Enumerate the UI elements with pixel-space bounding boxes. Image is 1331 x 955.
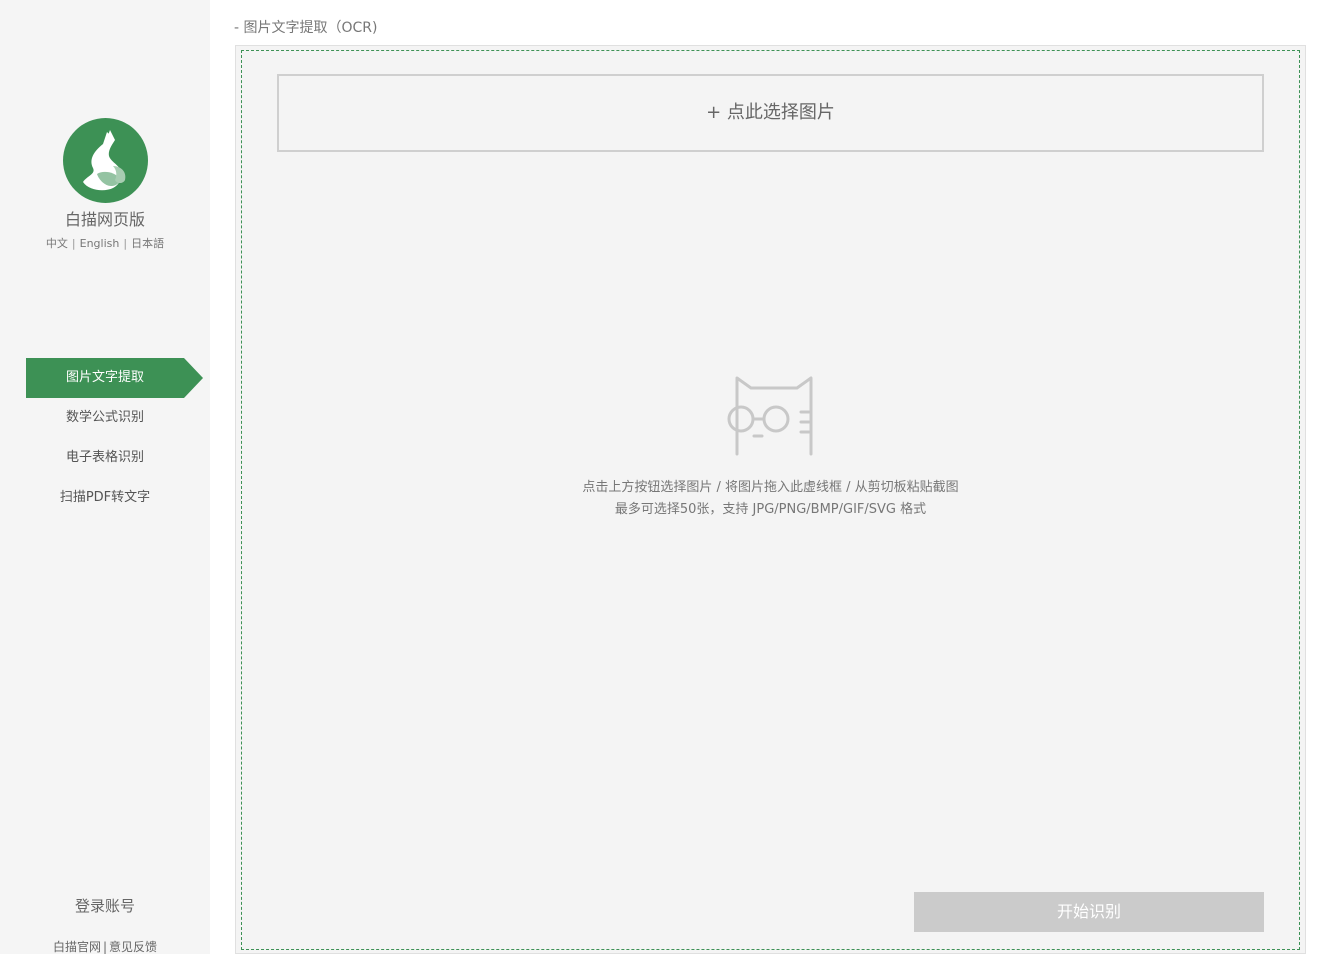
login-link[interactable]: 登录账号 bbox=[0, 895, 210, 916]
nav-item-spreadsheet[interactable]: 电子表格识别 bbox=[26, 438, 184, 478]
lang-chinese-link[interactable]: 中文 bbox=[46, 237, 68, 250]
app-logo-icon bbox=[63, 118, 148, 203]
nav-item-math-formula[interactable]: 数学公式识别 bbox=[26, 398, 184, 438]
app-name: 白描网页版 bbox=[64, 210, 145, 229]
nav-item-pdf-to-text[interactable]: 扫描PDF转文字 bbox=[26, 478, 184, 518]
feedback-link[interactable]: 意见反馈 bbox=[109, 940, 157, 954]
sidebar-nav: 图片文字提取 数学公式识别 电子表格识别 扫描PDF转文字 bbox=[26, 358, 206, 518]
sidebar: 白描网页版 中文 | English | 日本語 图片文字提取 数学公式识别 电子表格识… bbox=[0, 0, 210, 954]
footer-links: 白描官网 | 意见反馈 bbox=[0, 938, 210, 955]
lang-separator: | bbox=[71, 237, 76, 250]
cat-glasses-placeholder-icon bbox=[727, 376, 813, 456]
drop-hint-line2: 最多可选择50张，支持 JPG/PNG/BMP/GIF/SVG 格式 bbox=[614, 502, 927, 517]
start-recognition-button[interactable]: 开始识别 bbox=[914, 892, 1264, 932]
nav-item-image-ocr[interactable]: 图片文字提取 bbox=[26, 358, 203, 398]
breadcrumb: - 图片文字提取（OCR) bbox=[234, 20, 378, 36]
footer-separator: | bbox=[102, 940, 108, 954]
lang-english-link[interactable]: English bbox=[80, 237, 120, 250]
lang-separator: | bbox=[123, 237, 128, 250]
select-image-button[interactable]: + 点此选择图片 bbox=[277, 74, 1264, 152]
language-switcher: 中文 | English | 日本語 bbox=[0, 235, 210, 251]
official-site-link[interactable]: 白描官网 bbox=[53, 940, 101, 954]
lang-japanese-link[interactable]: 日本語 bbox=[131, 237, 164, 250]
drop-hint-line1: 点击上方按钮选择图片 / 将图片拖入此虚线框 / 从剪切板粘贴截图 bbox=[582, 480, 959, 495]
